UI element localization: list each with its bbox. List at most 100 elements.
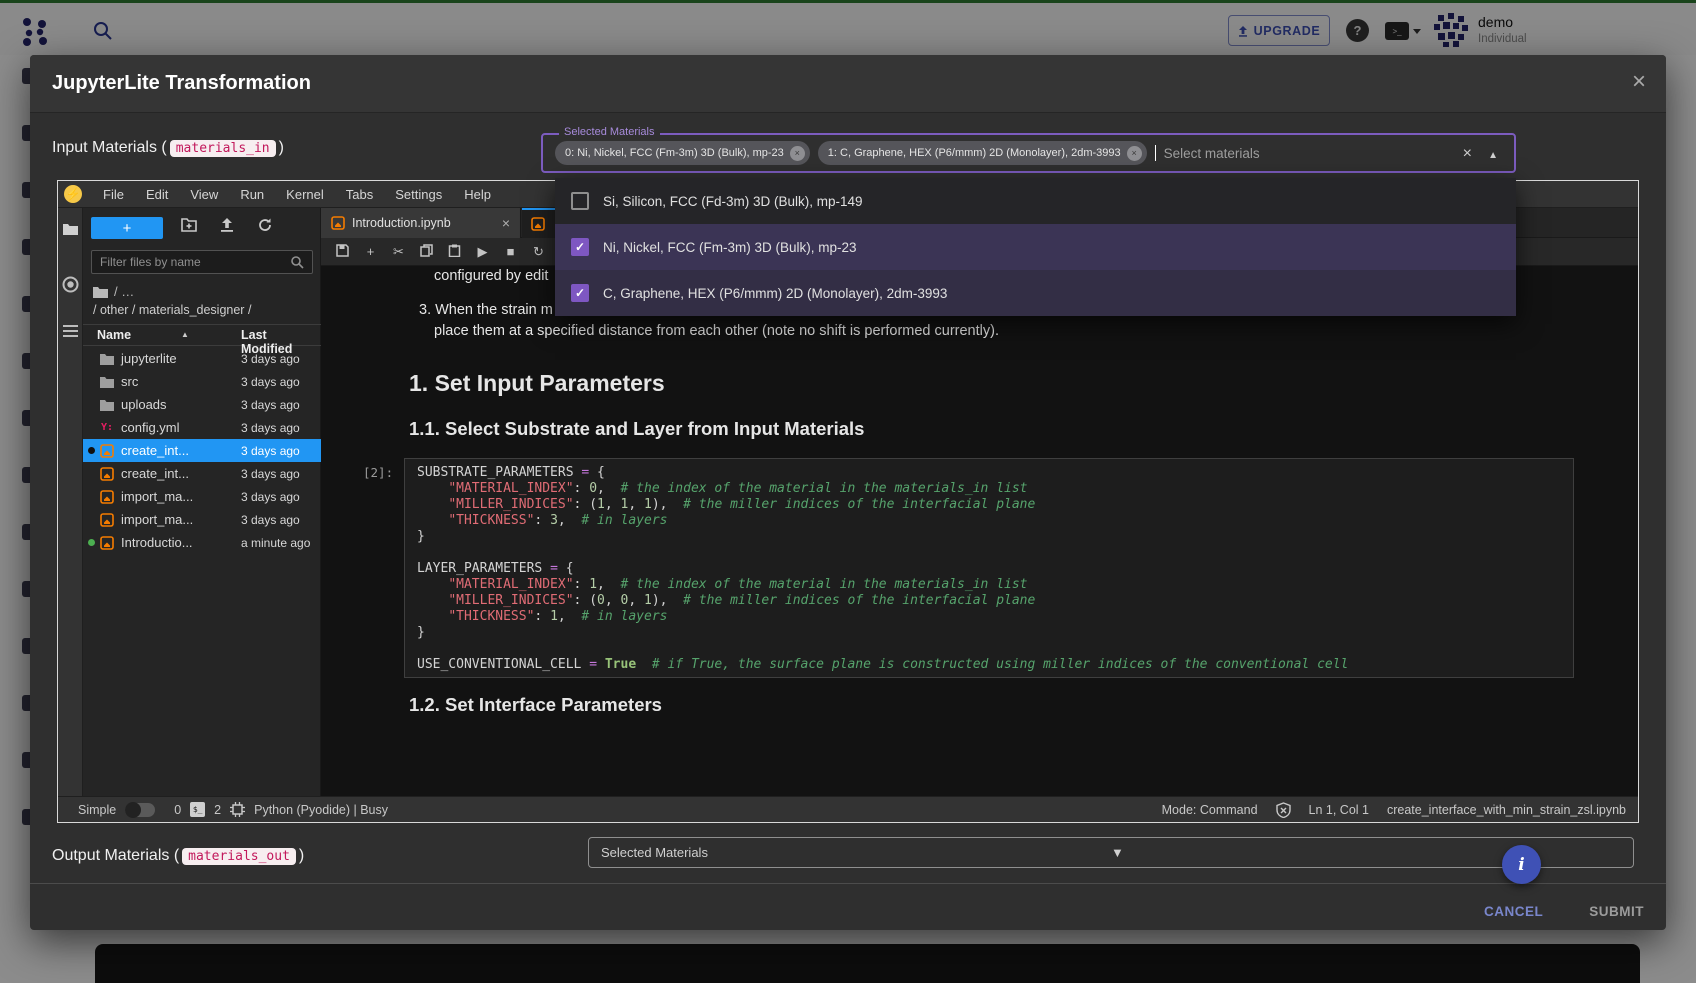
notebook-content[interactable]: configured by edit 3. When the strain m … [321, 266, 1639, 798]
file-browser-icon[interactable] [62, 222, 79, 236]
new-launcher-button[interactable]: + [91, 217, 163, 239]
code-line: "THICKNESS": 1, # in layers [417, 609, 1561, 625]
column-name[interactable]: Name [97, 328, 131, 342]
menu-kernel[interactable]: Kernel [275, 181, 335, 208]
upload-icon[interactable] [219, 217, 235, 233]
code-cell[interactable]: SUBSTRATE_PARAMETERS = { "MATERIAL_INDEX… [404, 458, 1574, 678]
add-cell-icon[interactable]: + [363, 244, 378, 259]
file-row[interactable]: import_ma...3 days ago [83, 508, 321, 531]
file-row[interactable]: jupyterlite3 days ago [83, 347, 321, 370]
file-row[interactable]: Introductio...a minute ago [83, 531, 321, 554]
stop-icon[interactable]: ■ [503, 244, 518, 259]
menu-run[interactable]: Run [229, 181, 275, 208]
material-option[interactable]: ✓ Ni, Nickel, FCC (Fm-3m) 3D (Bulk), mp-2… [555, 224, 1516, 270]
notebook-icon [100, 467, 114, 481]
output-materials-suffix: ) [299, 847, 304, 865]
paste-icon[interactable] [447, 244, 462, 260]
statusbar-right: Mode: Command Ln 1, Col 1 create_interfa… [1162, 802, 1626, 818]
tab-create-interface-ipynb[interactable] [522, 208, 556, 238]
selected-materials-input[interactable]: 0: Ni, Nickel, FCC (Fm-3m) 3D (Bulk), mp… [541, 133, 1516, 173]
kernel-dot [88, 447, 95, 454]
code-line: LAYER_PARAMETERS = { [417, 561, 1561, 577]
toggle-knob [125, 802, 141, 818]
cursor-position[interactable]: Ln 1, Col 1 [1309, 803, 1369, 817]
file-row[interactable]: import_ma...3 days ago [83, 485, 321, 508]
breadcrumb-root[interactable]: / … [93, 284, 134, 299]
restart-icon[interactable]: ↻ [531, 244, 546, 260]
terminal-sessions-icon[interactable]: $_ [190, 802, 205, 817]
notebook-icon [100, 513, 114, 527]
kernel-chip-icon[interactable] [230, 802, 245, 817]
cut-icon[interactable]: ✂ [391, 244, 406, 260]
menu-settings[interactable]: Settings [384, 181, 453, 208]
output-materials-select[interactable]: Selected Materials ▼ [588, 837, 1634, 868]
file-modified: 3 days ago [241, 421, 300, 435]
material-chip[interactable]: 0: Ni, Nickel, FCC (Fm-3m) 3D (Bulk), mp… [555, 141, 810, 165]
run-icon[interactable]: ▶ [475, 244, 490, 260]
refresh-icon[interactable] [257, 217, 273, 233]
table-of-contents-icon[interactable] [62, 324, 79, 338]
statusbar-left: Simple 0 $_ 2 Python (Pyodide) | Busy [78, 802, 388, 817]
input-materials-suffix: ) [279, 139, 284, 157]
clear-icon[interactable]: × [1463, 146, 1472, 162]
file-row[interactable]: uploads3 days ago [83, 393, 321, 416]
dialog-title: JupyterLite Transformation [52, 72, 311, 95]
material-chip-label: 0: Ni, Nickel, FCC (Fm-3m) 3D (Bulk), mp… [565, 147, 784, 159]
filter-files-input[interactable]: Filter files by name [91, 250, 313, 274]
menu-help[interactable]: Help [453, 181, 502, 208]
file-name: import_ma... [121, 512, 193, 527]
close-tab-icon[interactable]: × [502, 215, 510, 231]
checkbox-unchecked-icon[interactable] [571, 192, 589, 210]
chip-delete-icon[interactable]: × [790, 146, 805, 161]
menu-view[interactable]: View [179, 181, 229, 208]
material-chip[interactable]: 1: C, Graphene, HEX (P6/mmm) 2D (Monolay… [818, 141, 1147, 165]
file-list-header[interactable]: Name ▲ Last Modified [83, 324, 321, 346]
markdown-heading-1-1: 1.1. Select Substrate and Layer from Inp… [409, 418, 864, 440]
input-materials-prefix: Input Materials ( [52, 139, 167, 157]
checkbox-checked-icon[interactable]: ✓ [571, 238, 589, 256]
trust-shield-icon[interactable] [1276, 802, 1291, 818]
kernel-running-dot [88, 539, 95, 546]
sort-asc-icon: ▲ [181, 330, 189, 339]
menu-edit[interactable]: Edit [135, 181, 179, 208]
new-folder-icon[interactable] [181, 217, 199, 232]
file-row[interactable]: Y:config.yml3 days ago [83, 416, 321, 439]
close-icon[interactable]: × [1632, 70, 1646, 94]
file-name: jupyterlite [121, 351, 177, 366]
copy-icon[interactable] [419, 244, 434, 260]
material-option-label: C, Graphene, HEX (P6/mmm) 2D (Monolayer)… [603, 286, 947, 301]
file-modified: a minute ago [241, 536, 310, 550]
cancel-button[interactable]: CANCEL [1484, 904, 1543, 919]
menu-file[interactable]: File [92, 181, 135, 208]
breadcrumb-path[interactable]: / other / materials_designer / [93, 303, 251, 317]
tab-introduction-ipynb[interactable]: Introduction.ipynb × [321, 208, 521, 238]
command-mode-label[interactable]: Mode: Command [1162, 803, 1258, 817]
running-sessions-icon[interactable] [62, 276, 79, 293]
output-materials-label: Output Materials ( materials_out ) [52, 847, 304, 865]
checkbox-checked-icon[interactable]: ✓ [571, 284, 589, 302]
material-option[interactable]: Si, Silicon, FCC (Fd-3m) 3D (Bulk), mp-1… [555, 178, 1516, 224]
submit-button[interactable]: SUBMIT [1589, 904, 1644, 919]
material-option[interactable]: ✓ C, Graphene, HEX (P6/mmm) 2D (Monolayer… [555, 270, 1516, 316]
file-modified: 3 days ago [241, 467, 300, 481]
input-materials-label: Input Materials ( materials_in ) [52, 139, 284, 157]
file-row[interactable]: create_int...3 days ago [83, 439, 321, 462]
tab-label: Introduction.ipynb [352, 216, 495, 230]
dialog-actions: CANCEL SUBMIT [30, 893, 1666, 929]
notebook-icon [100, 490, 114, 504]
simple-mode-toggle[interactable] [125, 803, 155, 817]
save-icon[interactable] [335, 244, 350, 260]
code-line: "THICKNESS": 3, # in layers [417, 513, 1561, 529]
chevron-up-icon[interactable]: ▲ [1488, 150, 1498, 161]
file-row[interactable]: src3 days ago [83, 370, 321, 393]
material-option-label: Ni, Nickel, FCC (Fm-3m) 3D (Bulk), mp-23 [603, 240, 857, 255]
code-line: SUBSTRATE_PARAMETERS = { [417, 465, 1561, 481]
menu-tabs[interactable]: Tabs [335, 181, 384, 208]
output-select-value: Selected Materials [601, 845, 1111, 860]
code-line: "MATERIAL_INDEX": 1, # the index of the … [417, 577, 1561, 593]
file-modified: 3 days ago [241, 444, 300, 458]
file-row[interactable]: create_int...3 days ago [83, 462, 321, 485]
chip-delete-icon[interactable]: × [1127, 146, 1142, 161]
info-fab-button[interactable]: i [1502, 845, 1541, 884]
jupyterlite-bolt-icon[interactable]: ⚡ [64, 185, 82, 203]
